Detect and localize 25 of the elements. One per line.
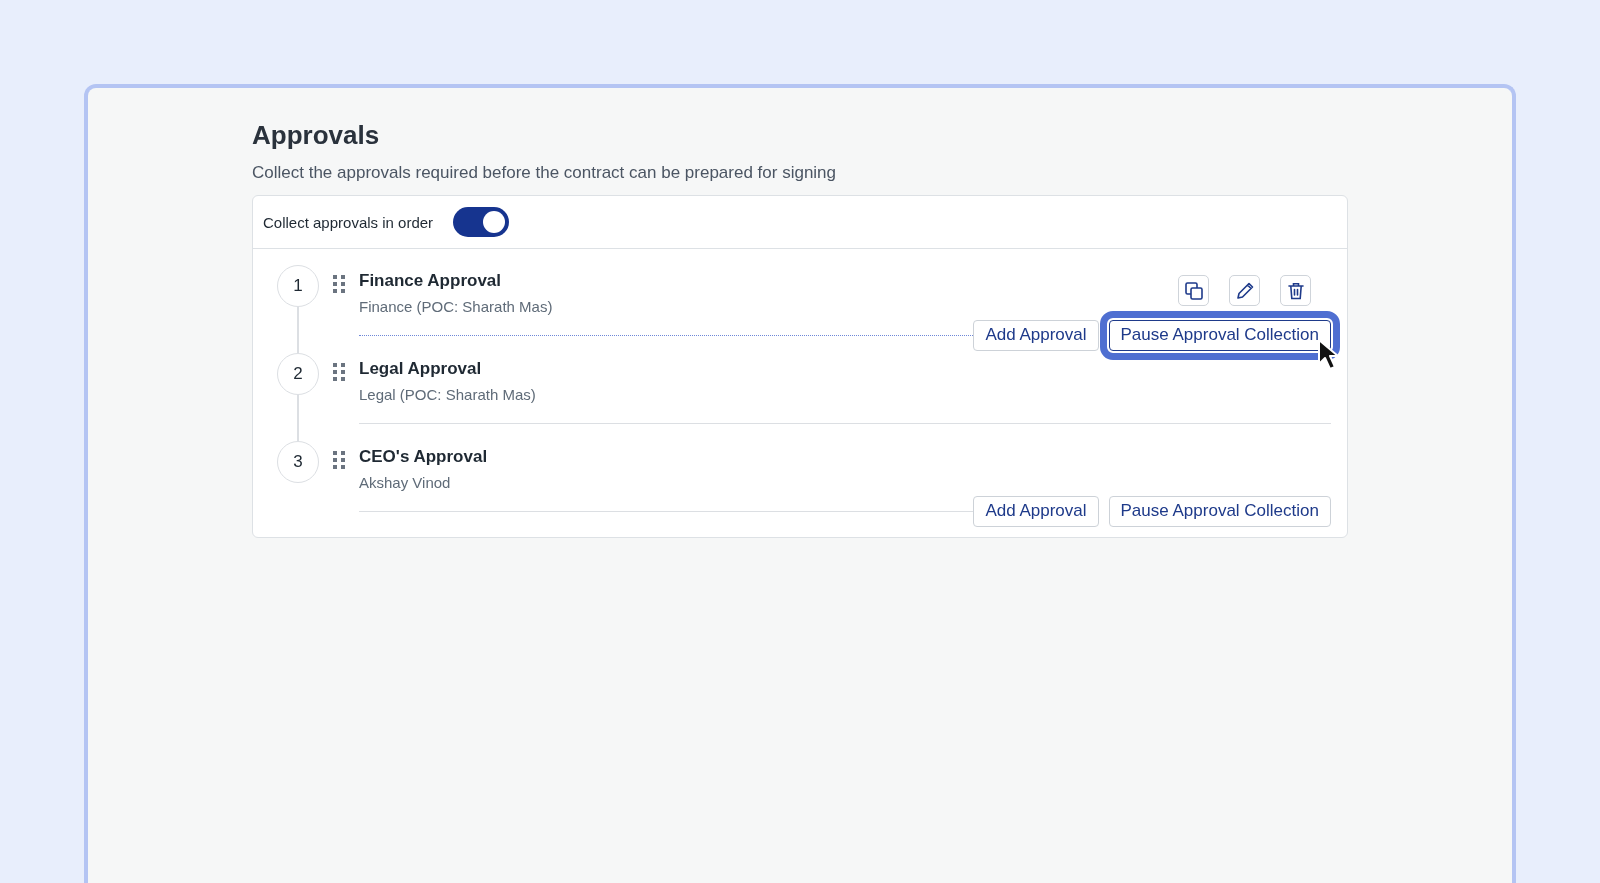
drag-handle-icon[interactable] bbox=[333, 451, 345, 469]
approval-title: CEO's Approval bbox=[359, 447, 489, 467]
add-approval-button[interactable]: Add Approval bbox=[973, 495, 1099, 527]
approval-subtitle: Legal (POC: Sharath Mas) bbox=[359, 386, 537, 403]
step-number: 2 bbox=[277, 353, 319, 395]
toggle-label: Collect approvals in order bbox=[263, 213, 434, 231]
approval-subtitle: Akshay Vinod bbox=[359, 474, 452, 491]
approval-subtitle: Finance (POC: Sharath Mas) bbox=[359, 298, 554, 315]
drag-handle-icon[interactable] bbox=[333, 275, 345, 293]
step-number: 1 bbox=[277, 265, 319, 307]
copy-icon bbox=[1183, 280, 1204, 301]
pause-collection-button[interactable]: Pause Approval Collection bbox=[1108, 495, 1331, 527]
delete-button[interactable] bbox=[1280, 275, 1311, 306]
approval-title: Legal Approval bbox=[359, 359, 483, 379]
pencil-icon bbox=[1234, 280, 1255, 301]
drag-handle-icon[interactable] bbox=[333, 363, 345, 381]
edit-button[interactable] bbox=[1229, 275, 1260, 306]
order-toggle[interactable] bbox=[453, 207, 510, 237]
page-description: Collect the approvals required before the contract can be prepared for signing bbox=[252, 163, 838, 183]
step-number: 3 bbox=[277, 441, 319, 483]
trash-icon bbox=[1285, 280, 1306, 301]
page-title: Approvals bbox=[252, 120, 381, 151]
approval-title: Finance Approval bbox=[359, 271, 502, 291]
add-approval-button[interactable]: Add Approval bbox=[973, 319, 1099, 351]
copy-button[interactable] bbox=[1178, 275, 1209, 306]
